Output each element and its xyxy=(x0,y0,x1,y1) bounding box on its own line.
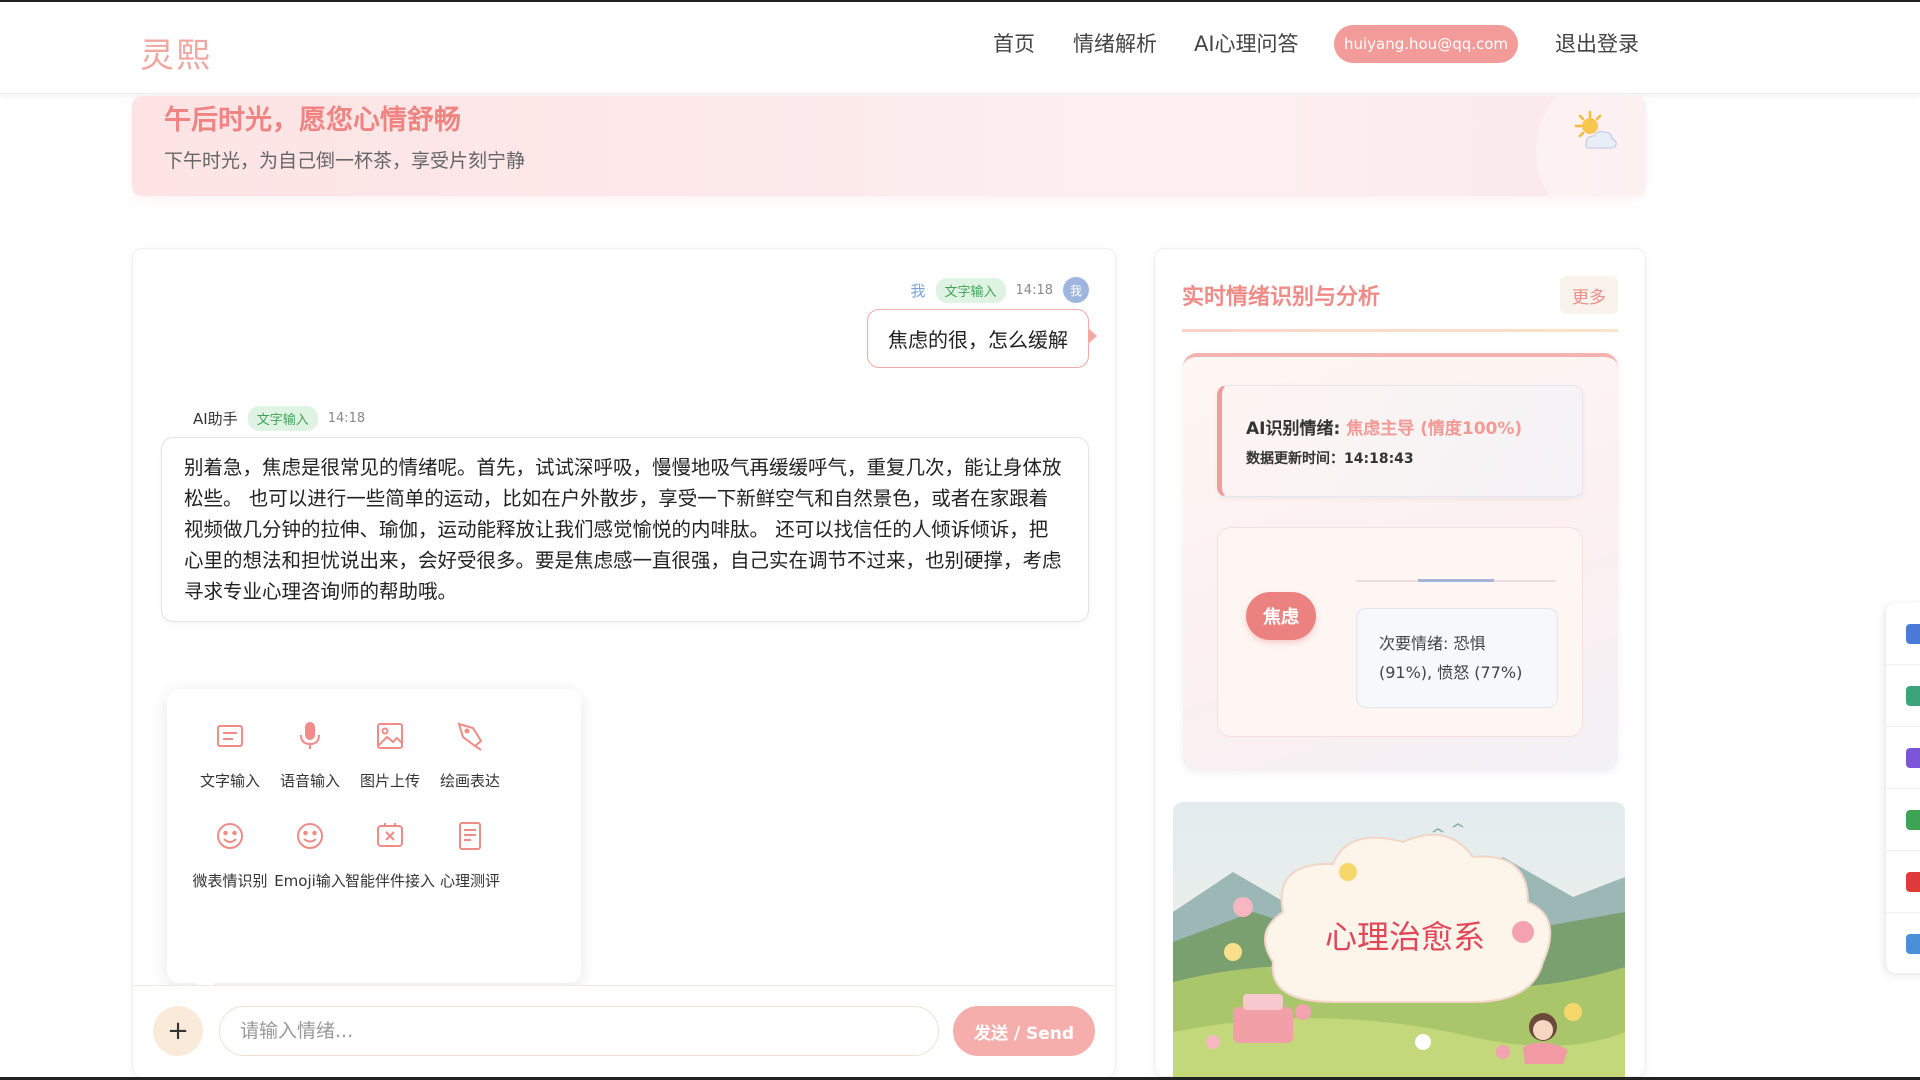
input-tools-popup: 文字输入 语音输入 图片上传 绘画表达 微表情识别 Emoji输入 智能伴件接入… xyxy=(167,689,581,993)
tool-label: Emoji输入 xyxy=(274,872,346,890)
blue-shape-icon xyxy=(1906,623,1920,644)
analysis-title: 实时情绪识别与分析 xyxy=(1182,285,1381,310)
image-upload-icon xyxy=(377,723,403,749)
tool-image-upload[interactable]: 图片上传 xyxy=(345,719,435,793)
user-message-bubble: 焦虑的很，怎么缓解 xyxy=(867,309,1097,368)
tool-emoji-input[interactable]: Emoji输入 xyxy=(265,819,355,893)
add-tool-button[interactable]: + xyxy=(153,1006,203,1056)
user-input-type-badge: 文字输入 xyxy=(935,277,1006,303)
ai-detect-line: AI识别情绪: 焦虑主导 (情度100%) xyxy=(1246,414,1522,439)
send-button[interactable]: 发送 / Send xyxy=(953,1006,1095,1056)
sun-behind-cloud-icon xyxy=(1574,110,1617,149)
text-input-icon xyxy=(217,725,243,747)
banner-title: 午后时光，愿您心情舒畅 xyxy=(164,105,461,136)
tool-label: 智能伴件接入 xyxy=(345,872,436,890)
emotion-detail-box: 焦虑 次要情绪: 恐惧 (91%), 愤怒 (77%) xyxy=(1217,527,1583,737)
tool-label: 文字输入 xyxy=(199,772,260,790)
tool-voice-input[interactable]: 语音输入 xyxy=(265,719,355,793)
chart-icon xyxy=(1906,809,1920,830)
healing-caption: 心理治愈系 xyxy=(1325,918,1485,956)
tool-label: 绘画表达 xyxy=(439,772,500,790)
compass-icon xyxy=(1906,934,1920,954)
ai-detect-box: AI识别情绪: 焦虑主导 (情度100%) 数据更新时间：14:18:43 xyxy=(1217,385,1583,497)
emoji-icon xyxy=(297,823,323,849)
user-sender-name: 我 xyxy=(910,281,926,300)
title-divider xyxy=(1182,329,1618,332)
healing-illustration-art: 心理治愈系 xyxy=(1173,802,1625,1078)
nav-emotion-link[interactable]: 情绪解析 xyxy=(1073,28,1157,58)
floating-side-dock xyxy=(1886,603,1920,973)
chat-input-bar: + 发送 / Send xyxy=(133,985,1115,1077)
dock-item-2[interactable] xyxy=(1886,665,1920,727)
healing-illustration[interactable]: 心理治愈系 xyxy=(1173,802,1625,1078)
ai-detect-value: 焦虑主导 (情度100%) xyxy=(1346,419,1523,439)
device-icon xyxy=(377,823,403,847)
tool-label: 微表情识别 xyxy=(192,872,268,890)
tool-label: 心理测评 xyxy=(439,872,500,890)
tool-label: 图片上传 xyxy=(359,772,420,790)
user-message-meta: 我 文字输入 14:18 我 xyxy=(910,277,1089,303)
dock-item-3[interactable] xyxy=(1886,727,1920,789)
banner-subtitle: 下午时光，为自己倒一杯茶，享受片刻宁静 xyxy=(164,150,526,172)
tool-text-input[interactable]: 文字输入 xyxy=(185,719,275,793)
user-message-time: 14:18 xyxy=(1015,282,1053,298)
emotion-input[interactable] xyxy=(219,1006,939,1056)
ai-detect-label: AI识别情绪: xyxy=(1246,419,1347,439)
secondary-emotions: 次要情绪: 恐惧 (91%), 愤怒 (77%) xyxy=(1356,608,1558,708)
emotion-analysis-panel: 实时情绪识别与分析 更多 AI识别情绪: 焦虑主导 (情度100%) 数据更新时… xyxy=(1154,248,1646,1078)
tool-smart-companion[interactable]: 智能伴件接入 xyxy=(345,819,435,893)
dock-item-1[interactable] xyxy=(1886,603,1920,665)
microphone-icon xyxy=(300,722,320,749)
tool-drawing[interactable]: 绘画表达 xyxy=(425,719,515,793)
music-icon xyxy=(1906,871,1920,892)
nav-home-link[interactable]: 首页 xyxy=(993,28,1035,58)
detail-divider-accent xyxy=(1418,579,1494,582)
user-avatar: 我 xyxy=(1063,277,1089,303)
update-time: 数据更新时间：14:18:43 xyxy=(1246,451,1414,467)
top-navbar: 灵熙 首页 情绪解析 AI心理问答 huiyang.hou@qq.com 退出登… xyxy=(0,2,1920,94)
primary-emotion-pill[interactable]: 焦虑 xyxy=(1246,592,1316,640)
drawing-icon xyxy=(457,722,483,751)
assessment-icon xyxy=(459,822,481,850)
user-icon xyxy=(1906,685,1920,706)
user-email-badge[interactable]: huiyang.hou@qq.com xyxy=(1334,25,1518,63)
smile-face-icon xyxy=(217,823,243,849)
ai-input-type-badge: 文字输入 xyxy=(247,406,318,431)
tool-micro-expression[interactable]: 微表情识别 xyxy=(185,819,275,893)
app-logo[interactable]: 灵熙 xyxy=(140,28,212,77)
more-button[interactable]: 更多 xyxy=(1560,276,1618,314)
logout-link[interactable]: 退出登录 xyxy=(1555,28,1639,58)
chat-panel: 我 文字输入 14:18 我 焦虑的很，怎么缓解 AI助手 文字输入 14:18… xyxy=(132,248,1116,1077)
dock-item-4[interactable] xyxy=(1886,789,1920,851)
ai-message-bubble: 别着急，焦虑是很常见的情绪呢。首先，试试深呼吸，慢慢地吸气再缓缓呼气，重复几次，… xyxy=(161,437,1089,622)
ai-sender-name: AI助手 xyxy=(193,410,238,428)
purple-shape-icon xyxy=(1906,747,1920,768)
nav-ai-qa-link[interactable]: AI心理问答 xyxy=(1194,28,1299,58)
dock-item-6[interactable] xyxy=(1886,913,1920,975)
emotion-result-card: AI识别情绪: 焦虑主导 (情度100%) 数据更新时间：14:18:43 焦虑… xyxy=(1183,353,1618,771)
tool-assessment[interactable]: 心理测评 xyxy=(425,819,515,893)
greeting-banner: 午后时光，愿您心情舒畅 下午时光，为自己倒一杯茶，享受片刻宁静 xyxy=(132,96,1646,196)
ai-message-meta: AI助手 文字输入 14:18 xyxy=(193,406,365,431)
dock-item-5[interactable] xyxy=(1886,851,1920,913)
ai-message-time: 14:18 xyxy=(327,411,366,426)
tool-label: 语音输入 xyxy=(279,772,340,790)
